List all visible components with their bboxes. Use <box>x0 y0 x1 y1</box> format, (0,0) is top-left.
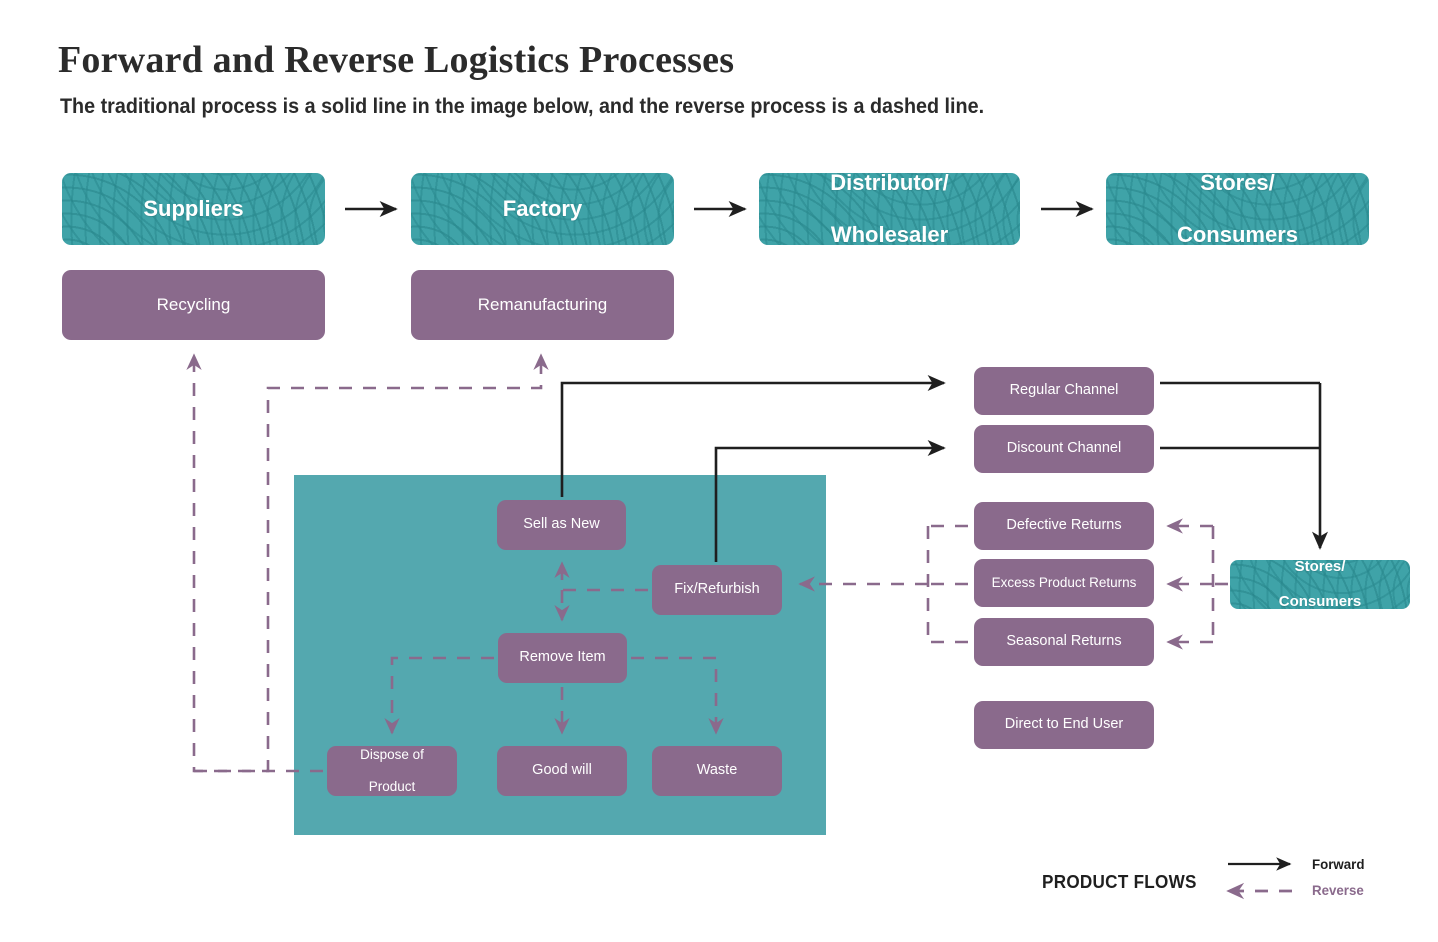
node-label: Factory <box>502 196 583 222</box>
node-label-line1: Dispose of <box>360 747 424 763</box>
node-label: Stores/ Consumers <box>1263 560 1378 609</box>
node-label: Regular Channel <box>1009 382 1119 399</box>
node-seasonal-returns[interactable]: Seasonal Returns <box>974 618 1154 666</box>
node-direct-to-end-user[interactable]: Direct to End User <box>974 701 1154 749</box>
node-label: Excess Product Returns <box>991 575 1137 591</box>
legend-forward-label: Forward <box>1312 856 1365 872</box>
node-waste[interactable]: Waste <box>652 746 782 796</box>
node-stores-consumers-top[interactable]: Stores/ Consumers <box>1106 173 1369 245</box>
node-label-line2: Product <box>368 778 416 794</box>
diagram-canvas: Forward and Reverse Logistics Processes … <box>0 0 1438 942</box>
node-label: Seasonal Returns <box>1006 633 1122 650</box>
legend-marks <box>1226 857 1292 900</box>
node-dispose-of-product[interactable]: Dispose of Product <box>327 746 457 796</box>
node-label-line2: Consumers <box>1176 221 1299 245</box>
node-remanufacturing[interactable]: Remanufacturing <box>411 270 674 340</box>
node-label: Fix/Refurbish <box>674 581 760 598</box>
node-label: Sell as New <box>523 516 600 533</box>
node-label: Suppliers <box>143 196 244 222</box>
node-label: Recycling <box>156 294 231 314</box>
node-label: Discount Channel <box>1006 440 1122 457</box>
node-label: Defective Returns <box>1006 517 1122 534</box>
node-stores-consumers-returns[interactable]: Stores/ Consumers <box>1230 560 1410 609</box>
node-sell-as-new[interactable]: Sell as New <box>497 500 626 550</box>
node-label: Stores/ Consumers <box>1161 173 1314 245</box>
node-label: Distributor/ Wholesaler <box>814 173 965 245</box>
page-subtitle: The traditional process is a solid line … <box>60 95 985 118</box>
node-label: Dispose of Product <box>344 747 440 795</box>
node-excess-product-returns[interactable]: Excess Product Returns <box>974 559 1154 607</box>
node-defective-returns[interactable]: Defective Returns <box>974 502 1154 550</box>
node-label: Remove Item <box>519 649 606 666</box>
node-good-will[interactable]: Good will <box>497 746 627 796</box>
node-distributor-wholesaler[interactable]: Distributor/ Wholesaler <box>759 173 1020 245</box>
node-regular-channel[interactable]: Regular Channel <box>974 367 1154 415</box>
node-label: Remanufacturing <box>477 294 608 314</box>
legend-reverse-label: Reverse <box>1312 882 1364 898</box>
node-label-line1: Stores/ <box>1294 560 1346 575</box>
node-label-line2: Consumers <box>1278 593 1362 609</box>
node-label: Good will <box>532 762 592 779</box>
node-label-line2: Wholesaler <box>830 221 949 245</box>
node-fix-refurbish[interactable]: Fix/Refurbish <box>652 565 782 615</box>
node-label: Waste <box>696 762 738 779</box>
legend-title: PRODUCT FLOWS <box>1042 872 1197 892</box>
node-discount-channel[interactable]: Discount Channel <box>974 425 1154 473</box>
node-factory[interactable]: Factory <box>411 173 674 245</box>
page-title: Forward and Reverse Logistics Processes <box>58 39 735 81</box>
node-label: Direct to End User <box>1004 716 1124 733</box>
node-recycling[interactable]: Recycling <box>62 270 325 340</box>
node-suppliers[interactable]: Suppliers <box>62 173 325 245</box>
node-label-line1: Stores/ <box>1200 173 1275 196</box>
node-label-line1: Distributor/ <box>830 173 949 196</box>
node-remove-item[interactable]: Remove Item <box>498 633 627 683</box>
